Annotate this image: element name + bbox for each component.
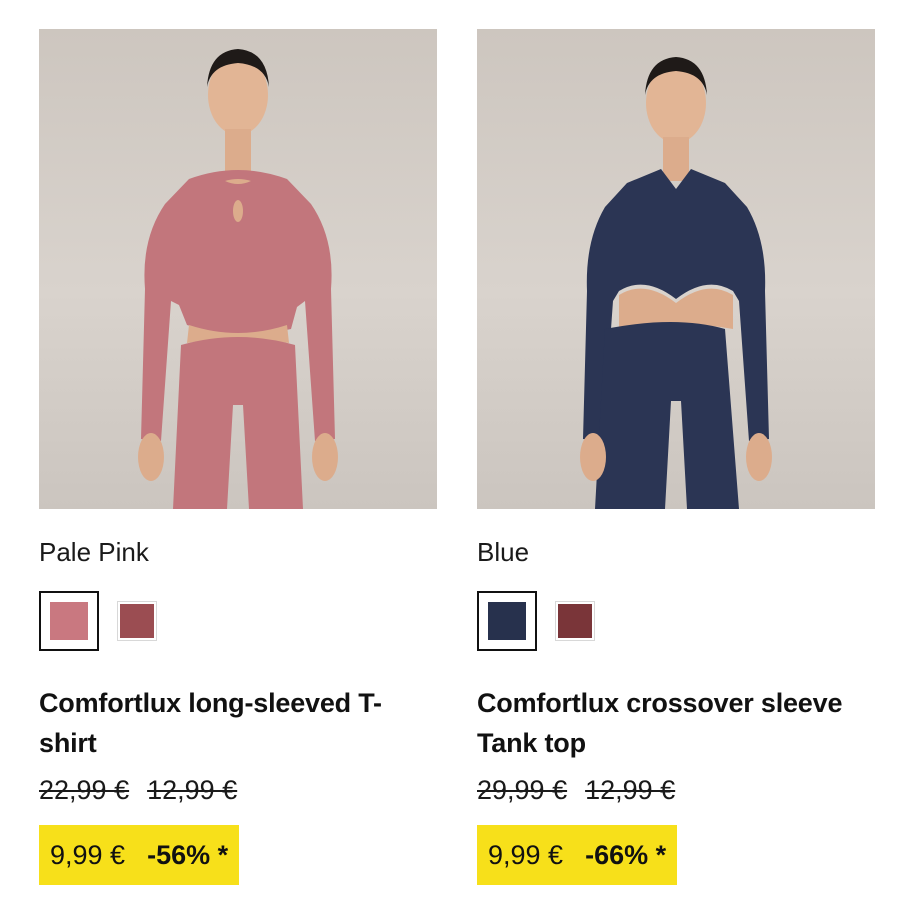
swatch-burgundy[interactable] [555,601,595,641]
sale-price-badge: 9,99 € -66% * [477,825,678,885]
selected-color-name: Pale Pink [39,537,149,567]
previous-price: 12,99 € [585,775,676,805]
swatch-fill [488,602,526,640]
color-swatches [477,591,875,651]
product-card[interactable]: Blue Comfortlux crossover sleeve Tank to… [477,29,875,885]
garment-bottom [173,337,303,509]
product-card[interactable]: Pale Pink Comfortlux long-sleeved T-shir… [39,29,437,885]
swatch-fill [120,604,154,638]
swatch-fill [50,602,88,640]
discount-label: -66% * [585,839,667,870]
sale-price: 9,99 € [50,839,126,870]
sale-price-badge: 9,99 € -56% * [39,825,240,885]
swatch-burgundy[interactable] [117,601,157,641]
original-price: 29,99 € [477,775,568,805]
discount-label: -56% * [147,839,229,870]
old-prices: 29,99 € 12,99 € [477,773,875,807]
product-image[interactable] [477,29,875,509]
selected-color-name: Blue [477,537,530,567]
swatch-pale-pink[interactable] [39,591,99,651]
sale-price: 9,99 € [488,839,564,870]
product-title[interactable]: Comfortlux long-sleeved T-shirt [39,683,437,763]
product-grid: Pale Pink Comfortlux long-sleeved T-shir… [0,0,914,900]
product-title[interactable]: Comfortlux crossover sleeve Tank top [477,683,875,763]
color-swatches [39,591,437,651]
old-prices: 22,99 € 12,99 € [39,773,437,807]
swatch-navy[interactable] [477,591,537,651]
swatch-fill [558,604,592,638]
previous-price: 12,99 € [147,775,238,805]
garment-bottom [595,322,739,509]
original-price: 22,99 € [39,775,130,805]
product-image[interactable] [39,29,437,509]
